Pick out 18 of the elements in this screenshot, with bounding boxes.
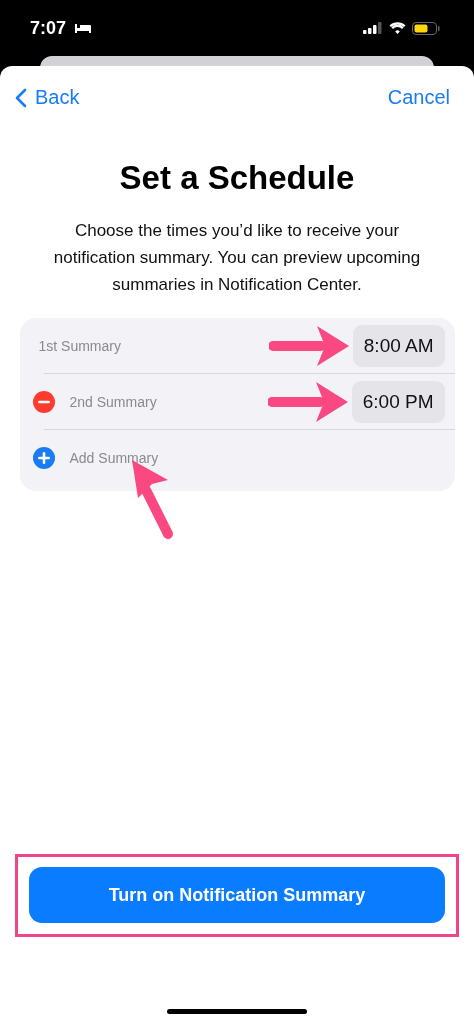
wifi-icon xyxy=(389,22,406,34)
signal-icon xyxy=(363,22,383,34)
time-picker[interactable]: 6:00 PM xyxy=(351,380,445,423)
remove-icon[interactable] xyxy=(32,390,55,413)
turn-on-button[interactable]: Turn on Notification Summary xyxy=(29,867,445,923)
back-button[interactable]: Back xyxy=(15,86,80,109)
summary-label: 1st Summary xyxy=(38,337,121,354)
add-summary-button[interactable]: Add Summary xyxy=(69,449,159,466)
cancel-button[interactable]: Cancel xyxy=(387,86,450,109)
time-picker[interactable]: 8:00 AM xyxy=(352,324,445,367)
page-title: Set a Schedule xyxy=(119,159,355,197)
bed-icon xyxy=(74,22,93,34)
battery-icon xyxy=(412,21,440,35)
summary-label: 2nd Summary xyxy=(69,393,157,410)
chevron-left-icon xyxy=(15,87,27,108)
add-icon[interactable] xyxy=(32,446,55,469)
status-time: 7:07 xyxy=(30,17,67,39)
description: Choose the times you’d like to receive your notification summary. You can preview upcoming summaries in Notification Center. xyxy=(52,220,422,296)
